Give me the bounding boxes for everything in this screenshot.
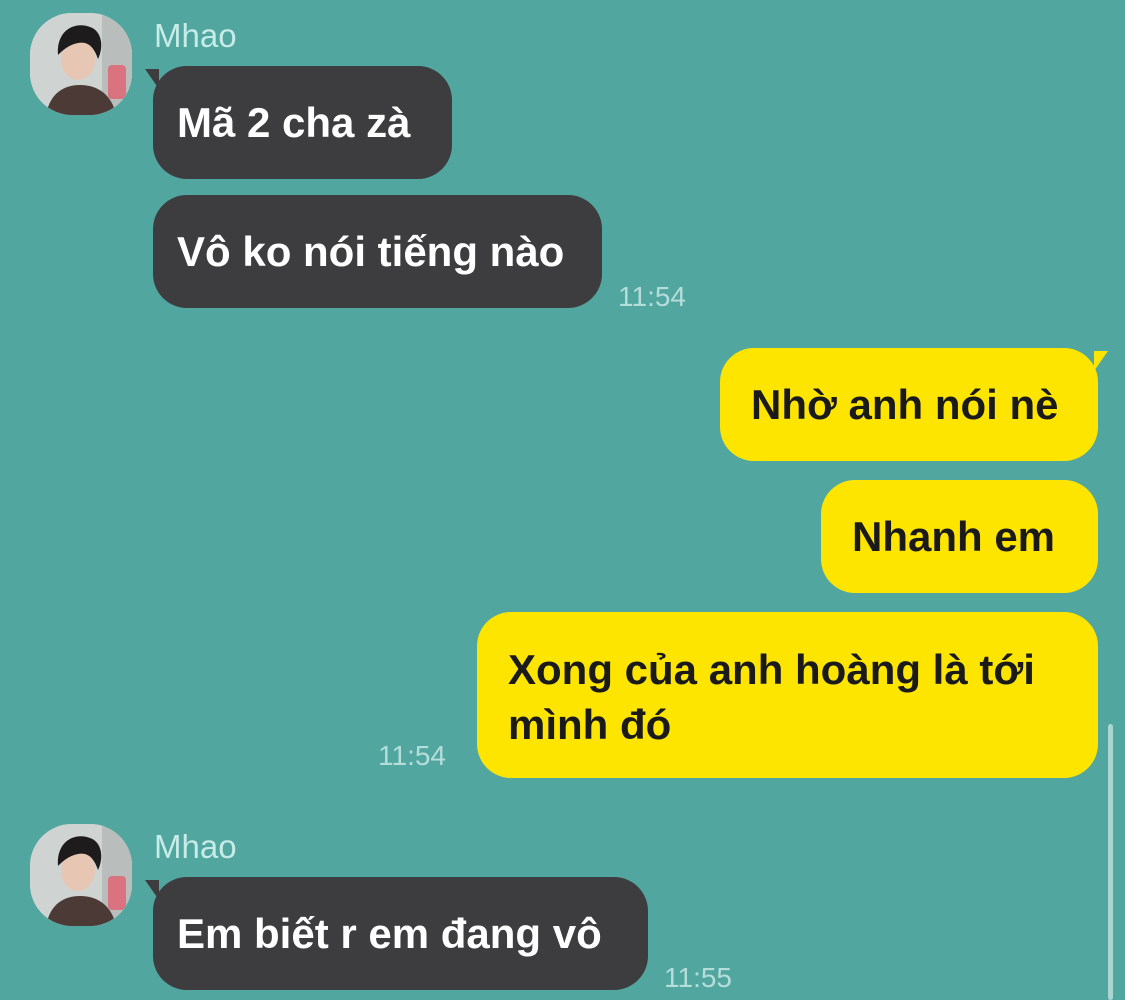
avatar[interactable]: [30, 824, 132, 926]
message-timestamp: 11:54: [378, 740, 446, 771]
outgoing-message-bubble[interactable]: Nhờ anh nói nè: [720, 348, 1098, 461]
message-text: Vô ko nói tiếng nào: [177, 228, 565, 275]
avatar[interactable]: [30, 13, 132, 115]
message-text: Nhờ anh nói nè: [751, 381, 1059, 428]
bubble-tail: [1094, 351, 1108, 371]
outgoing-message-bubble[interactable]: Nhanh em: [821, 480, 1098, 593]
scrollbar[interactable]: [1108, 724, 1113, 1000]
outgoing-message-bubble[interactable]: Xong của anh hoàng là tới mình đó: [477, 612, 1098, 778]
avatar-photo-icon: [30, 824, 132, 926]
message-timestamp: 11:55: [664, 962, 732, 993]
incoming-message-bubble[interactable]: Vô ko nói tiếng nào: [153, 195, 602, 308]
message-text-line: mình đó: [508, 701, 672, 748]
incoming-message-bubble[interactable]: Mã 2 cha zà: [153, 66, 452, 179]
message-text: Nhanh em: [852, 513, 1056, 560]
sender-name: Mhao: [154, 17, 237, 54]
message-timestamp: 11:54: [618, 281, 686, 312]
incoming-message-bubble[interactable]: Em biết r em đang vô: [153, 877, 648, 990]
message-text-line: Xong của anh hoàng là tới: [508, 646, 1035, 693]
sender-name: Mhao: [154, 828, 237, 865]
chat-area[interactable]: Mhao Mã 2 cha zà Vô ko nói tiếng nào 11:…: [0, 0, 1125, 1000]
avatar-photo-icon: [30, 13, 132, 115]
message-text: Mã 2 cha zà: [177, 99, 411, 146]
message-text: Em biết r em đang vô: [177, 910, 602, 957]
